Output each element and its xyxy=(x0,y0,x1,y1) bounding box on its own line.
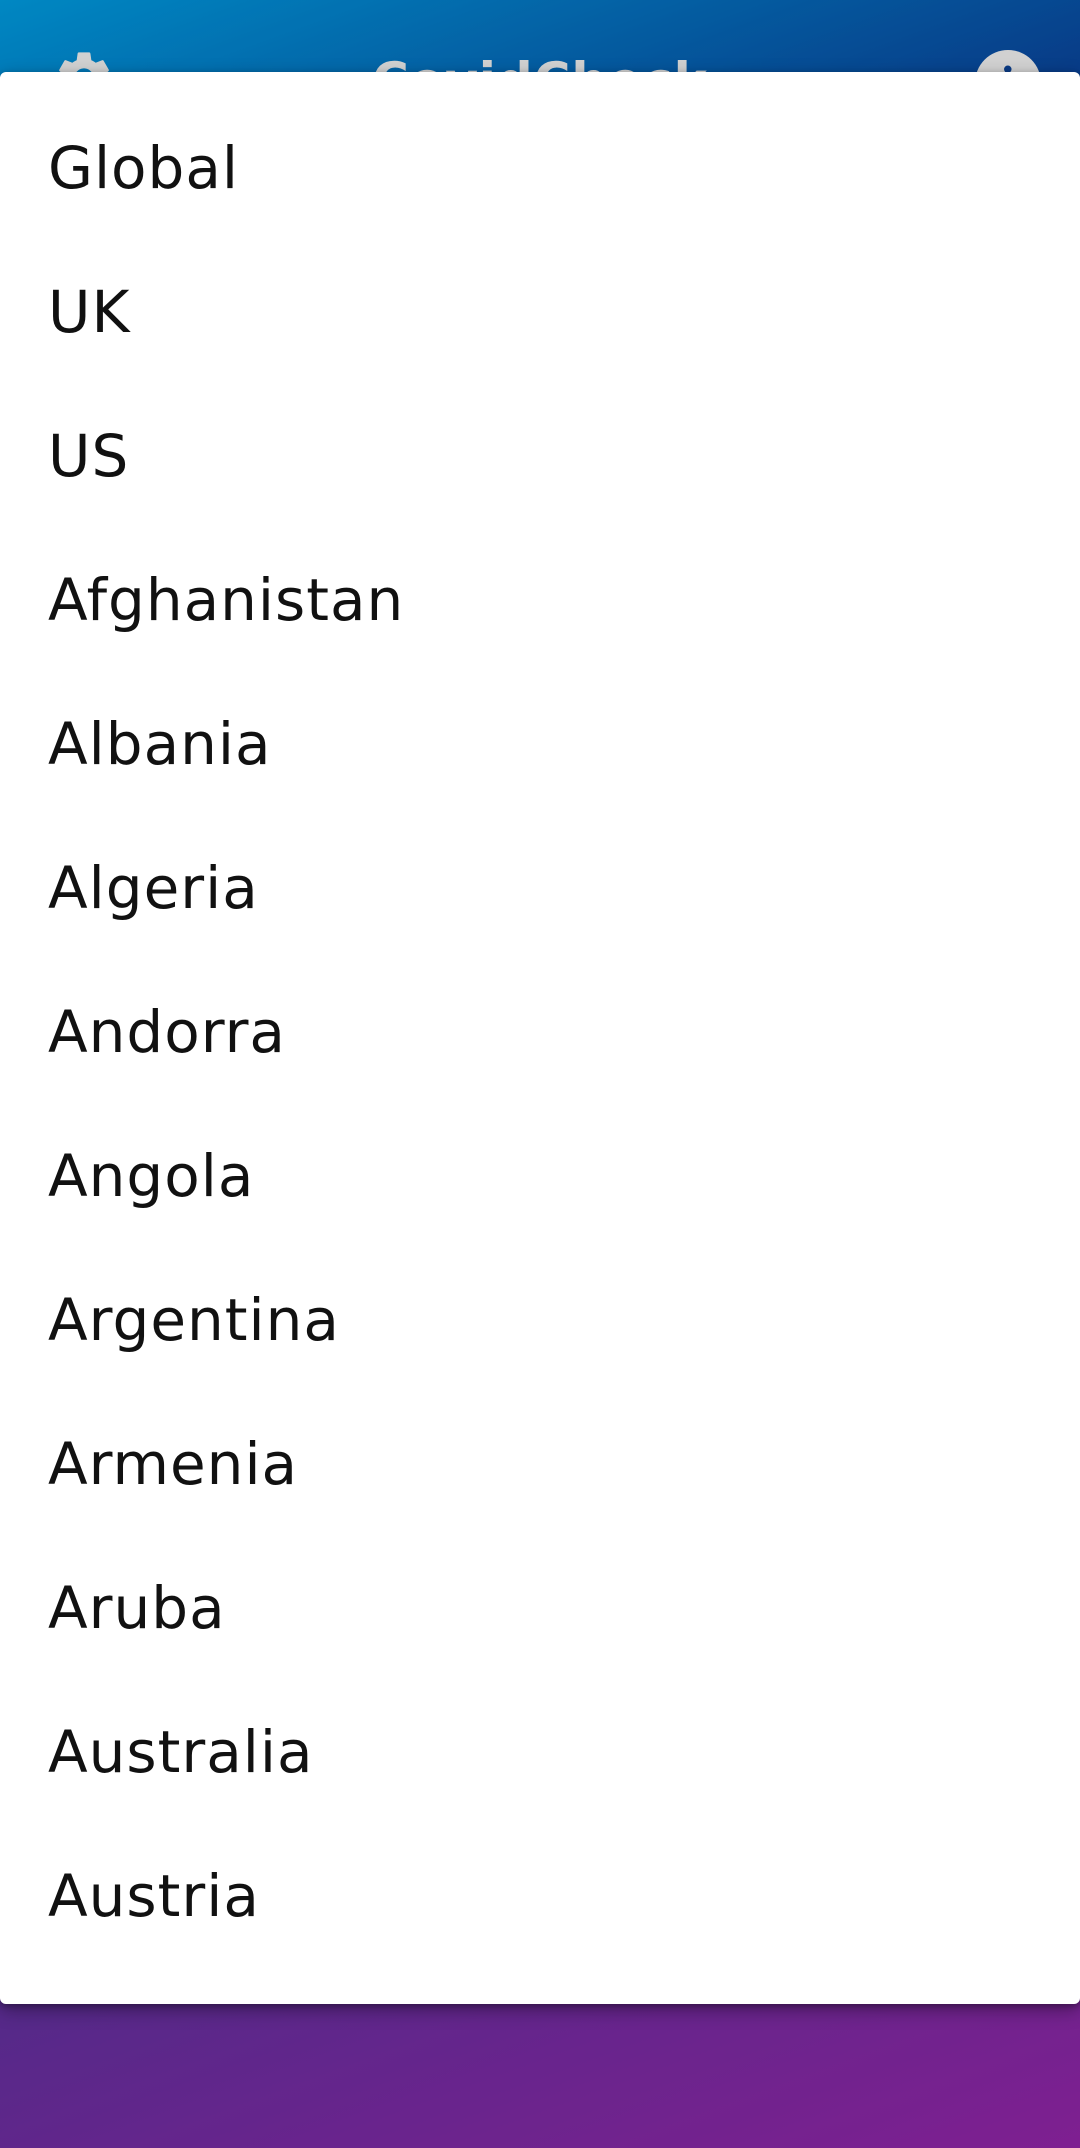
menu-item-albania[interactable]: Albania xyxy=(0,672,1080,816)
country-dropdown-menu: Global UK US Afghanistan Albania Algeria… xyxy=(0,72,1080,2004)
menu-item-us[interactable]: US xyxy=(0,384,1080,528)
menu-item-angola[interactable]: Angola xyxy=(0,1104,1080,1248)
menu-item-austria[interactable]: Austria xyxy=(0,1824,1080,1968)
app-screen: CovidCheck i Global UK US Afghanistan Al… xyxy=(0,0,1080,2148)
menu-item-armenia[interactable]: Armenia xyxy=(0,1392,1080,1536)
menu-item-argentina[interactable]: Argentina xyxy=(0,1248,1080,1392)
menu-item-australia[interactable]: Australia xyxy=(0,1680,1080,1824)
menu-item-global[interactable]: Global xyxy=(0,96,1080,240)
menu-item-afghanistan[interactable]: Afghanistan xyxy=(0,528,1080,672)
menu-item-uk[interactable]: UK xyxy=(0,240,1080,384)
menu-item-algeria[interactable]: Algeria xyxy=(0,816,1080,960)
menu-item-aruba[interactable]: Aruba xyxy=(0,1536,1080,1680)
menu-item-andorra[interactable]: Andorra xyxy=(0,960,1080,1104)
